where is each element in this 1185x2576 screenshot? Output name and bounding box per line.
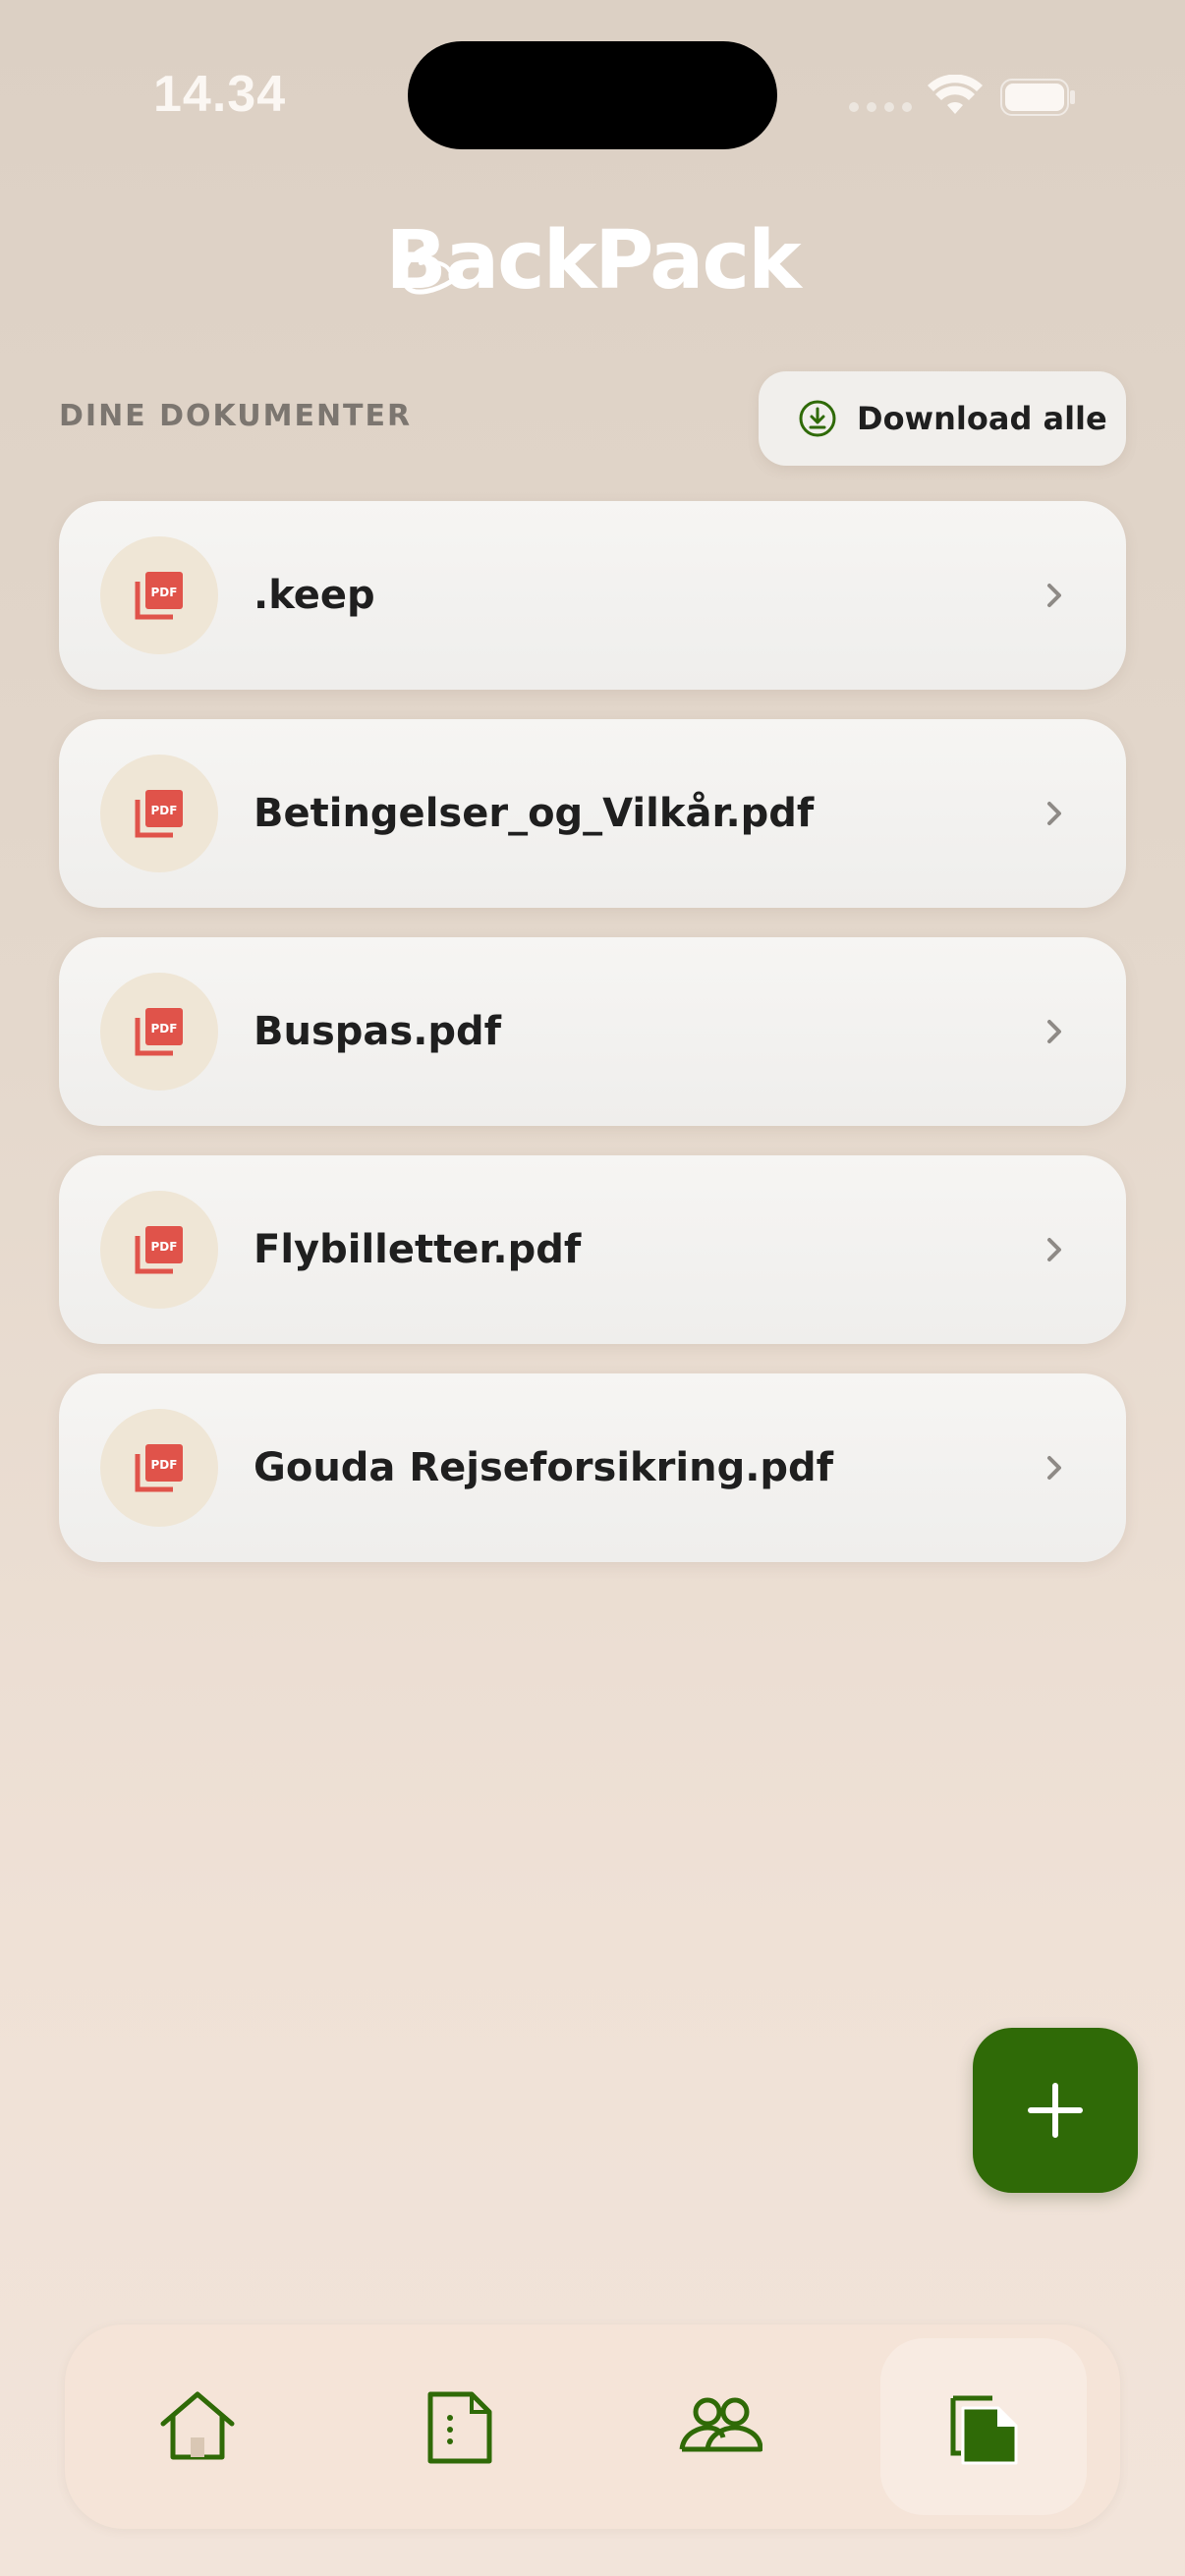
pdf-icon-container: PDF	[100, 755, 218, 872]
document-name: Gouda Rejseforsikring.pdf	[254, 1445, 834, 1490]
add-document-button[interactable]	[973, 2028, 1138, 2193]
pdf-icon: PDF	[135, 790, 183, 838]
document-name: .keep	[254, 573, 375, 618]
download-all-button[interactable]: Download alle	[759, 371, 1126, 466]
pdf-icon-container: PDF	[100, 536, 218, 654]
document-item[interactable]: PDF .keep	[59, 501, 1126, 690]
section-title: DINE DOKUMENTER	[59, 399, 413, 433]
chevron-right-icon	[1047, 1456, 1061, 1480]
chevron-right-icon	[1047, 1238, 1061, 1261]
app-logo: BackPack	[385, 214, 801, 308]
home-icon	[160, 2391, 235, 2460]
download-all-label: Download alle	[857, 400, 1107, 437]
svg-text:PDF: PDF	[151, 1022, 178, 1036]
tab-documents[interactable]	[880, 2338, 1087, 2515]
pdf-icon-container: PDF	[100, 973, 218, 1091]
tab-bar	[65, 2324, 1120, 2529]
pdf-icon: PDF	[135, 1008, 183, 1056]
pdf-icon-container: PDF	[100, 1409, 218, 1527]
chevron-right-icon	[1047, 802, 1061, 825]
chevron-right-icon	[1047, 1020, 1061, 1043]
wifi-icon	[928, 75, 983, 114]
tab-notes[interactable]	[356, 2338, 562, 2515]
people-icon	[679, 2397, 762, 2452]
svg-text:PDF: PDF	[151, 586, 178, 599]
document-item[interactable]: PDF Betingelser_og_Vilkår.pdf	[59, 719, 1126, 908]
files-icon	[950, 2395, 1018, 2465]
document-list: PDF .keep PDF Betingelser_og_Vilkår.pdf …	[59, 501, 1126, 1592]
svg-text:PDF: PDF	[151, 804, 178, 817]
download-icon	[799, 400, 836, 437]
cellular-signal-icon	[849, 102, 912, 112]
document-notes-icon	[427, 2391, 492, 2464]
document-item[interactable]: PDF Buspas.pdf	[59, 937, 1126, 1126]
chevron-right-icon	[1047, 584, 1061, 607]
document-name: Flybilletter.pdf	[254, 1227, 582, 1272]
document-item[interactable]: PDF Flybilletter.pdf	[59, 1155, 1126, 1344]
document-item[interactable]: PDF Gouda Rejseforsikring.pdf	[59, 1373, 1126, 1562]
battery-icon	[1000, 79, 1075, 116]
plus-icon	[1028, 2083, 1083, 2138]
pdf-icon: PDF	[135, 1226, 183, 1274]
pdf-icon: PDF	[135, 572, 183, 620]
dynamic-island	[408, 41, 777, 149]
svg-text:PDF: PDF	[151, 1458, 178, 1472]
tab-people[interactable]	[617, 2338, 823, 2515]
status-time: 14.34	[153, 66, 287, 123]
document-name: Betingelser_og_Vilkår.pdf	[254, 791, 815, 836]
document-name: Buspas.pdf	[254, 1009, 502, 1054]
tab-home[interactable]	[94, 2338, 301, 2515]
pdf-icon: PDF	[135, 1444, 183, 1492]
pdf-icon-container: PDF	[100, 1191, 218, 1309]
svg-text:PDF: PDF	[151, 1240, 178, 1254]
